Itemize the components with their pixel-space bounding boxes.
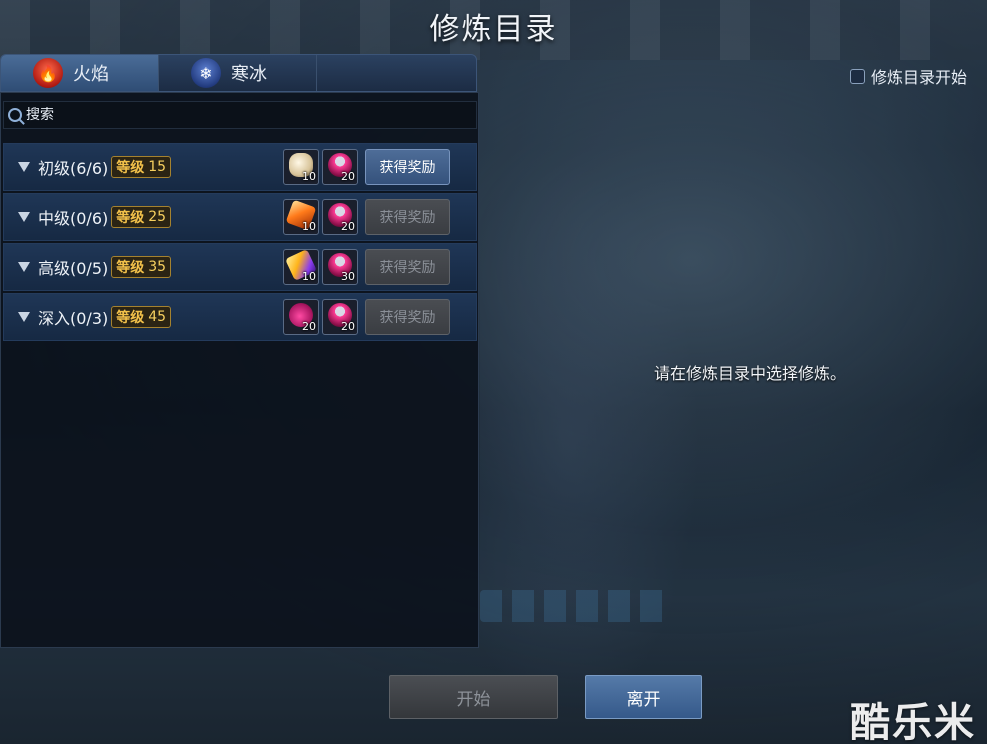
fire-icon: 🔥: [33, 58, 63, 88]
expand-caret-icon[interactable]: [18, 262, 30, 272]
auto-start-checkbox[interactable]: [849, 68, 865, 84]
search-icon[interactable]: [8, 108, 22, 122]
level-label: 等级: [116, 210, 145, 226]
snowflake-icon: ❄: [191, 58, 221, 88]
reward-items: 10 30: [283, 249, 361, 285]
training-row-deep[interactable]: 深入(0/3) 等级 45 20 20 获得奖励: [3, 293, 477, 341]
reward-count: 10: [302, 170, 316, 183]
level-label: 等级: [116, 310, 145, 326]
reward-count: 20: [341, 220, 355, 233]
reward-items: 10 20: [283, 149, 361, 185]
level-value: 35: [148, 259, 167, 275]
level-badge: 等级 45: [111, 306, 172, 328]
watermark-logo: 酷乐米: [850, 700, 976, 744]
tab-fire-label: 火焰: [73, 64, 109, 85]
reward-count: 20: [341, 170, 355, 183]
element-tab-bar: 🔥 火焰 ❄ 寒冰: [0, 54, 477, 92]
claim-reward-button[interactable]: 获得奖励: [365, 199, 450, 235]
expand-caret-icon[interactable]: [18, 162, 30, 172]
reward-count: 10: [302, 270, 316, 283]
row-title: 深入(0/3): [38, 309, 109, 328]
reward-items: 10 20: [283, 199, 361, 235]
background-character: [480, 160, 700, 720]
reward-items: 20 20: [283, 299, 361, 335]
auto-start-label: 修炼目录开始: [870, 68, 967, 87]
auto-start-toggle[interactable]: 修炼目录开始: [849, 64, 967, 88]
claim-reward-button[interactable]: 获得奖励: [365, 149, 450, 185]
level-value: 45: [148, 309, 167, 325]
training-row-beginner[interactable]: 初级(6/6) 等级 15 10 20 获得奖励: [3, 143, 477, 191]
training-row-advanced[interactable]: 高级(0/5) 等级 35 10 30 获得奖励: [3, 243, 477, 291]
training-row-intermediate[interactable]: 中级(0/6) 等级 25 10 20 获得奖励: [3, 193, 477, 241]
reward-count: 20: [302, 320, 316, 333]
row-title: 中级(0/6): [38, 209, 109, 228]
claim-reward-button[interactable]: 获得奖励: [365, 299, 450, 335]
level-value: 15: [148, 159, 167, 175]
search-input[interactable]: [26, 107, 466, 123]
expand-caret-icon[interactable]: [18, 312, 30, 322]
reward-count: 30: [341, 270, 355, 283]
reward-item-gem[interactable]: 10: [283, 249, 319, 285]
training-list-panel: 初级(6/6) 等级 15 10 20 获得奖励 中级(0/6): [0, 92, 479, 648]
reward-item-pot[interactable]: 20: [322, 299, 358, 335]
level-badge: 等级 25: [111, 206, 172, 228]
background-skill-bar: [480, 590, 670, 622]
reward-item-pot[interactable]: 20: [322, 199, 358, 235]
level-value: 25: [148, 209, 167, 225]
detail-message: 请在修炼目录中选择修炼。: [653, 364, 846, 383]
reward-item-scroll[interactable]: 10: [283, 149, 319, 185]
leave-button[interactable]: 离开: [585, 675, 702, 719]
level-label: 等级: [116, 160, 145, 176]
tab-fire[interactable]: 🔥 火焰: [1, 55, 159, 91]
reward-item-pot[interactable]: 20: [322, 149, 358, 185]
row-title: 高级(0/5): [38, 259, 109, 278]
tab-ice-label: 寒冰: [231, 64, 267, 85]
reward-count: 20: [341, 320, 355, 333]
reward-count: 10: [302, 220, 316, 233]
window-title: 修炼目录: [429, 12, 558, 47]
tab-ice[interactable]: ❄ 寒冰: [159, 55, 317, 91]
row-title: 初级(6/6): [38, 159, 109, 178]
start-button[interactable]: 开始: [389, 675, 558, 719]
claim-reward-button[interactable]: 获得奖励: [365, 249, 450, 285]
reward-item-potion[interactable]: 20: [283, 299, 319, 335]
training-list: 初级(6/6) 等级 15 10 20 获得奖励 中级(0/6) 等级 25 1…: [3, 143, 477, 343]
level-badge: 等级 35: [111, 256, 172, 278]
reward-item-pot[interactable]: 30: [322, 249, 358, 285]
search-bar: [3, 101, 477, 129]
level-label: 等级: [116, 260, 145, 276]
expand-caret-icon[interactable]: [18, 212, 30, 222]
reward-item-wand[interactable]: 10: [283, 199, 319, 235]
level-badge: 等级 15: [111, 156, 172, 178]
